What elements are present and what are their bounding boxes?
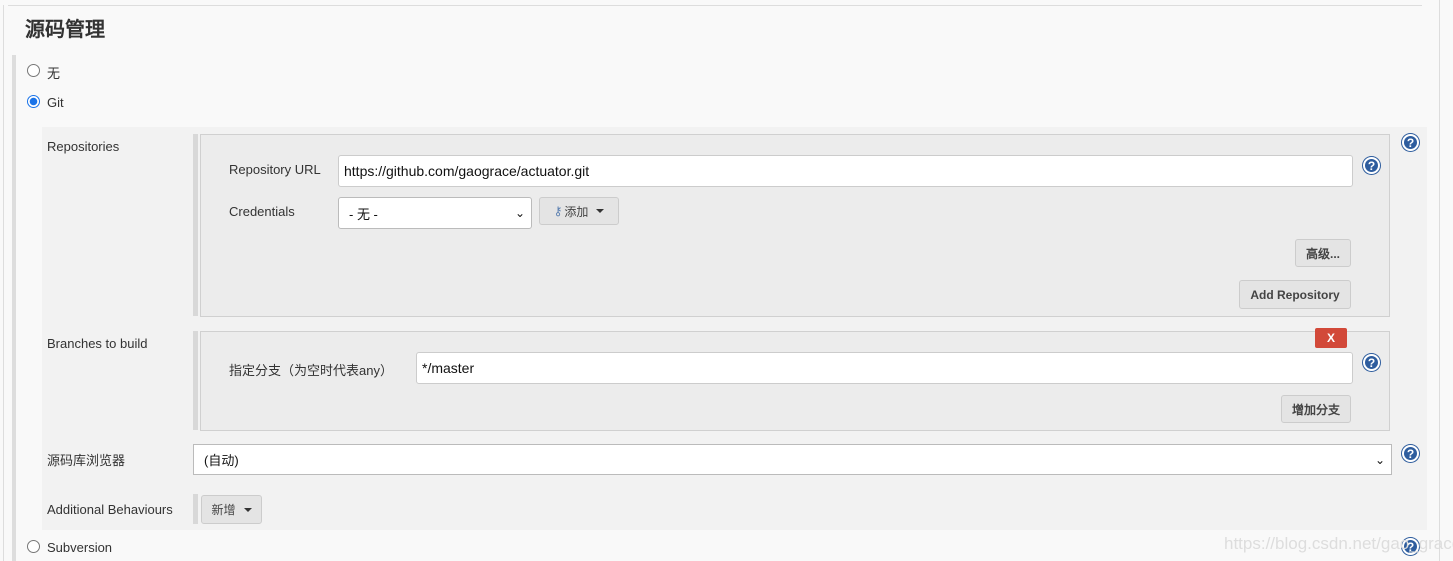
- divider: [8, 5, 1422, 6]
- divider: [1439, 0, 1440, 561]
- add-behaviour-button[interactable]: 新增: [201, 495, 262, 524]
- caret-down-icon: [596, 209, 605, 213]
- advanced-button[interactable]: 高级...: [1295, 239, 1351, 267]
- branch-specifier-label: 指定分支（为空时代表any）: [229, 363, 393, 378]
- help-icon[interactable]: ?: [1402, 134, 1419, 151]
- add-repository-button[interactable]: Add Repository: [1239, 280, 1351, 309]
- additional-behaviours-label: Additional Behaviours: [47, 502, 173, 517]
- credentials-label: Credentials: [229, 204, 295, 219]
- chevron-down-icon: ⌄: [514, 206, 525, 220]
- radio-git[interactable]: [27, 95, 40, 108]
- section-title: 源码管理: [25, 19, 105, 41]
- repository-browser-select[interactable]: (自动) ⌄: [193, 444, 1392, 475]
- add-branch-button[interactable]: 增加分支: [1281, 395, 1351, 423]
- radio-subversion-label: Subversion: [47, 540, 113, 555]
- repository-url-label: Repository URL: [229, 162, 321, 177]
- behaviours-bar: [193, 494, 198, 524]
- help-icon[interactable]: ?: [1402, 445, 1419, 462]
- repositories-bar: [193, 134, 198, 316]
- radio-none[interactable]: [27, 64, 40, 77]
- radio-none-label: 无: [47, 66, 61, 81]
- branches-label: Branches to build: [47, 336, 148, 351]
- add-behaviour-label: 新增: [211, 503, 236, 517]
- repositories-label: Repositories: [47, 139, 120, 154]
- branches-bar: [193, 331, 198, 430]
- repository-browser-label: 源码库浏览器: [47, 453, 126, 468]
- delete-branch-button[interactable]: X: [1315, 328, 1347, 348]
- radio-git-label: Git: [47, 95, 64, 110]
- repository-browser-value: (自动): [204, 453, 239, 468]
- help-icon[interactable]: ?: [1363, 157, 1380, 174]
- credentials-select[interactable]: - 无 - ⌄: [338, 197, 532, 229]
- caret-down-icon: [243, 507, 252, 512]
- add-credentials-label: 添加: [564, 204, 589, 219]
- key-icon: ⚷: [553, 204, 563, 218]
- credentials-value: - 无 -: [349, 206, 378, 222]
- chevron-down-icon: ⌄: [1374, 452, 1385, 467]
- help-icon[interactable]: ?: [1363, 354, 1380, 371]
- divider: [3, 5, 4, 561]
- add-credentials-button[interactable]: ⚷ 添加: [539, 197, 619, 225]
- branch-specifier-input[interactable]: */master: [416, 352, 1353, 384]
- watermark: https://blog.csdn.net/gao_grace: [1224, 534, 1453, 553]
- radio-subversion[interactable]: [27, 540, 40, 553]
- section-bar: [12, 55, 16, 561]
- repository-url-input[interactable]: https://github.com/gaograce/actuator.git: [338, 155, 1353, 187]
